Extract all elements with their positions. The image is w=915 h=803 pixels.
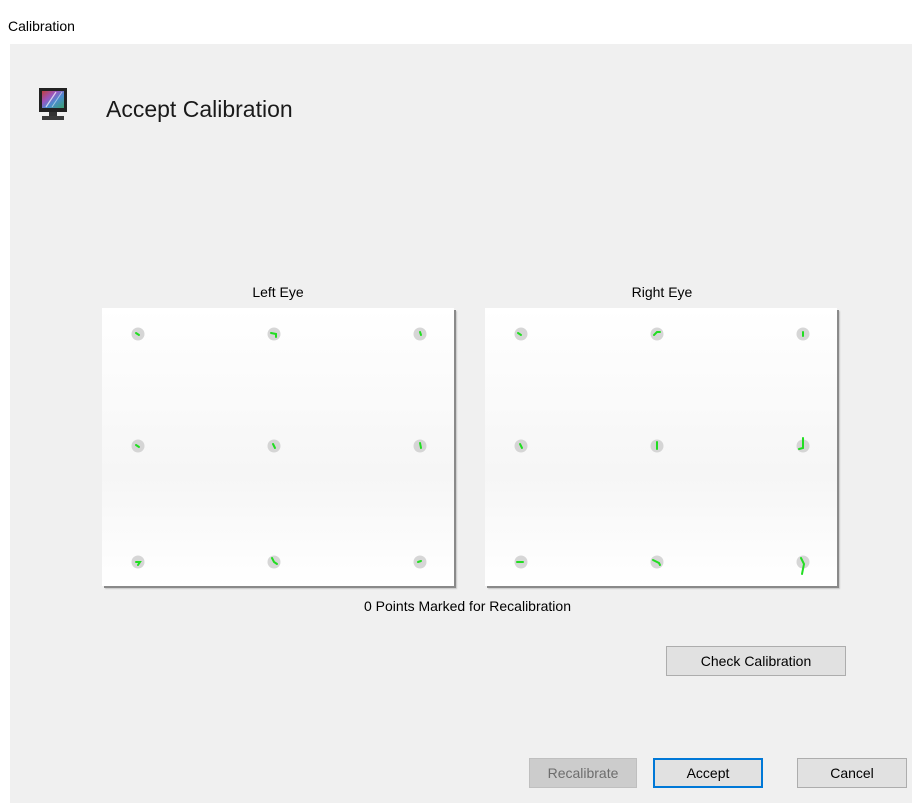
right-eye-calibration-point[interactable] [796, 437, 810, 453]
gaze-trace [419, 442, 422, 449]
right-eye-label: Right Eye [631, 284, 693, 300]
left-eye-calibration-point[interactable] [413, 327, 427, 341]
left-eye-calibration-point[interactable] [413, 555, 427, 569]
recalibration-status: 0 Points Marked for Recalibration [364, 598, 571, 614]
right-eye-calibration-point[interactable] [514, 327, 528, 341]
right-eye-calibration-point[interactable] [650, 555, 664, 569]
left-eye-calibration-point[interactable] [413, 439, 427, 453]
page-title: Accept Calibration [106, 96, 293, 122]
monitor-icon [36, 86, 70, 132]
right-eye-calibration-point[interactable] [650, 439, 664, 453]
left-eye-calibration-point[interactable] [267, 327, 281, 341]
right-eye-calibration-point[interactable] [796, 327, 810, 341]
left-eye-calibration-point[interactable] [131, 555, 145, 569]
left-eye-label: Left Eye [252, 284, 304, 300]
gaze-trace [419, 331, 422, 336]
gaze-trace [417, 560, 422, 563]
window-title: Calibration [8, 18, 75, 34]
check-calibration-button[interactable]: Check Calibration [666, 646, 846, 676]
calibration-panel: Accept Calibration Left Eye Right Eye 0 … [10, 44, 912, 803]
right-eye-calibration-point[interactable] [514, 555, 528, 569]
cancel-button[interactable]: Cancel [797, 758, 907, 788]
recalibrate-button[interactable]: Recalibrate [529, 758, 637, 788]
right-eye-calibration-point[interactable] [650, 327, 664, 341]
right-eye-calibration-point[interactable] [796, 555, 810, 575]
right-eye-plot[interactable] [485, 308, 837, 586]
right-eye-calibration-point[interactable] [514, 439, 528, 453]
accept-button[interactable]: Accept [653, 758, 763, 788]
left-eye-calibration-point[interactable] [131, 439, 145, 453]
left-eye-plot[interactable] [102, 308, 454, 586]
left-eye-calibration-point[interactable] [267, 439, 281, 453]
left-eye-calibration-point[interactable] [267, 555, 281, 569]
left-eye-calibration-point[interactable] [131, 327, 145, 341]
